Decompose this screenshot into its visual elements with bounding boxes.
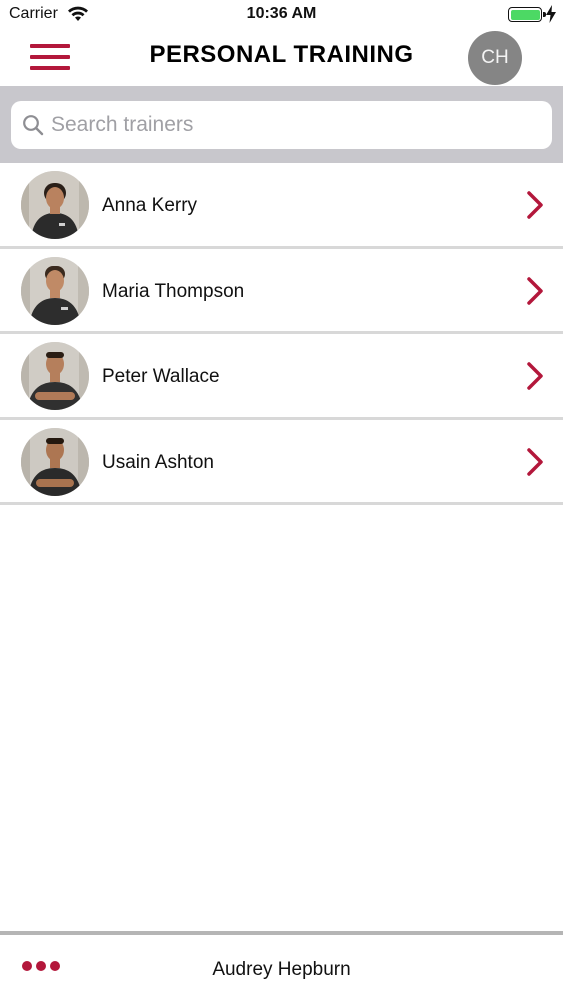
trainer-row-anna-kerry[interactable]: Anna Kerry — [0, 163, 563, 249]
user-initials: CH — [481, 47, 509, 68]
current-user-name: Audrey Hepburn — [212, 959, 351, 980]
chevron-right-icon — [526, 362, 544, 395]
trainer-name: Anna Kerry — [102, 195, 198, 216]
bottom-bar: Audrey Hepburn — [0, 931, 563, 1000]
trainer-row-maria-thompson[interactable]: Maria Thompson — [0, 248, 563, 334]
trainer-list: Anna Kerry Maria Thompson Peter Wallace … — [0, 163, 563, 505]
nav-bar: PERSONAL TRAINING CH — [0, 30, 563, 86]
trainer-row-usain-ashton[interactable]: Usain Ashton — [0, 419, 563, 505]
trainer-name: Maria Thompson — [102, 280, 245, 302]
status-bar: Carrier 10:36 AM — [0, 0, 563, 30]
search-box[interactable] — [11, 101, 552, 149]
chevron-right-icon — [526, 191, 544, 224]
battery-level-fill — [510, 9, 540, 20]
trainer-name: Peter Wallace — [102, 366, 220, 387]
trainer-name: Usain Ashton — [102, 451, 214, 473]
trainer-avatar — [21, 171, 89, 239]
chevron-right-icon — [526, 447, 544, 481]
trainer-avatar — [21, 342, 89, 410]
clock-time: 10:36 AM — [246, 5, 317, 22]
chevron-right-icon — [526, 276, 544, 310]
search-bar-container — [0, 86, 563, 163]
user-avatar-button[interactable]: CH — [468, 31, 522, 85]
charging-bolt-icon — [546, 5, 556, 28]
battery-icon — [508, 7, 546, 22]
trainer-avatar — [21, 427, 89, 496]
search-input[interactable] — [51, 109, 541, 141]
search-icon — [22, 114, 44, 136]
trainer-avatar — [21, 256, 89, 325]
trainer-row-peter-wallace[interactable]: Peter Wallace — [0, 334, 563, 420]
